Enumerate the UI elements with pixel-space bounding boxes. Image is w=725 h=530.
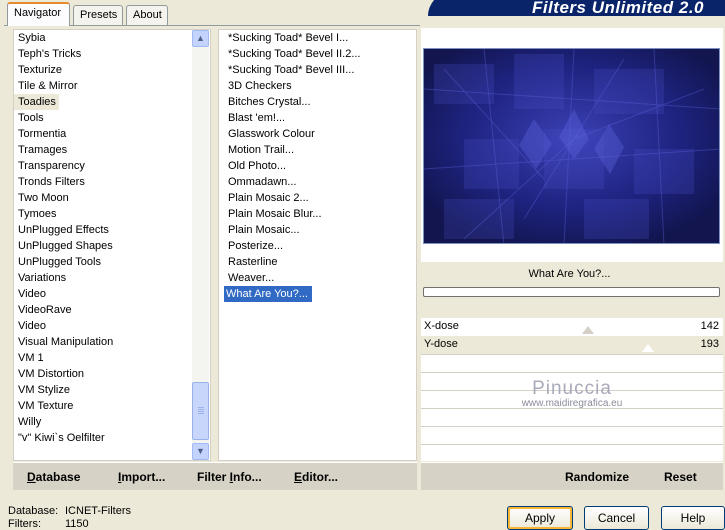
category-item[interactable]: VM Texture (14, 398, 210, 414)
param-value: 193 (700, 338, 719, 350)
filter-title: What Are You?... (528, 268, 611, 280)
category-item[interactable]: VM 1 (14, 350, 210, 366)
tab-navigator[interactable]: Navigator (7, 2, 70, 26)
category-item[interactable]: UnPlugged Effects (14, 222, 210, 238)
filter-item[interactable]: 3D Checkers (224, 78, 416, 94)
category-list[interactable]: Sybia Teph's Tricks Texturize Tile & Mirror… (14, 30, 210, 446)
category-item[interactable]: Video (14, 318, 210, 334)
chevron-down-icon[interactable]: ▼ (192, 443, 209, 460)
filter-item[interactable]: Ommadawn... (224, 174, 416, 190)
filter-info-button[interactable]: Filter Info... (197, 470, 262, 484)
help-button[interactable]: Help (661, 506, 725, 530)
category-item[interactable]: VideoRave (14, 302, 210, 318)
tab-label: Presets (80, 9, 118, 21)
grip-icon (198, 407, 204, 415)
divider (421, 372, 723, 373)
category-item[interactable]: Tormentia (14, 126, 210, 142)
btn-accel: D (27, 470, 36, 484)
filter-item[interactable]: Posterize... (224, 238, 416, 254)
category-item[interactable]: Two Moon (14, 190, 210, 206)
progress-bar (423, 287, 720, 297)
filter-item[interactable]: *Sucking Toad* Bevel III... (224, 62, 416, 78)
filter-item[interactable]: Old Photo... (224, 158, 416, 174)
param-label: X-dose (424, 320, 459, 332)
cancel-button[interactable]: Cancel (584, 506, 649, 530)
banner-title: Filters Unlimited 2.0 (531, 0, 704, 17)
filter-item[interactable]: What Are You?... (223, 285, 313, 303)
category-item[interactable]: Variations (14, 270, 210, 286)
slider-pointer-icon[interactable] (582, 326, 595, 334)
divider (421, 444, 723, 445)
category-item[interactable]: UnPlugged Tools (14, 254, 210, 270)
filter-item[interactable]: Weaver... (224, 270, 416, 286)
filter-item[interactable]: Bitches Crystal... (224, 94, 416, 110)
category-item[interactable]: Willy (14, 414, 210, 430)
param-row-y[interactable]: Y-dose 193 (421, 336, 723, 354)
category-list-panel: Sybia Teph's Tricks Texturize Tile & Mirror… (13, 29, 211, 461)
btn-accel: E (294, 470, 303, 484)
watermark-title: Pinuccia (532, 378, 612, 399)
param-row-x[interactable]: X-dose 142 (421, 318, 723, 336)
filter-item[interactable]: Plain Mosaic 2... (224, 190, 416, 206)
filter-item[interactable]: *Sucking Toad* Bevel II.2... (224, 46, 416, 62)
filter-item[interactable]: *Sucking Toad* Bevel I... (224, 30, 416, 46)
category-item[interactable]: Teph's Tricks (14, 46, 210, 62)
filter-item[interactable]: Glasswork Colour (224, 126, 416, 142)
category-item[interactable]: VM Distortion (14, 366, 210, 382)
reset-button[interactable]: Reset (664, 470, 697, 484)
category-item[interactable]: Video (14, 286, 210, 302)
btn-rest: nfo... (233, 470, 262, 484)
filter-list[interactable]: *Sucking Toad* Bevel I... *Sucking Toad* … (223, 30, 416, 303)
filters-count-value: 1150 (65, 518, 89, 530)
category-item[interactable]: UnPlugged Shapes (14, 238, 210, 254)
scrollbar-thumb[interactable] (192, 382, 209, 440)
category-item[interactable]: Tramages (14, 142, 210, 158)
watermark-url: www.maidiregrafica.eu (521, 398, 623, 409)
filters-count-label: Filters: (8, 518, 41, 530)
slider-pointer-icon[interactable] (642, 344, 655, 352)
category-item[interactable]: Visual Manipulation (14, 334, 210, 350)
category-item[interactable]: Tronds Filters (14, 174, 210, 190)
divider (421, 354, 723, 355)
apply-button[interactable]: Apply (507, 506, 573, 530)
database-status-value: ICNET-Filters (65, 505, 131, 517)
param-value: 142 (700, 320, 719, 332)
database-status-label: Database: (8, 505, 59, 517)
param-label: Y-dose (424, 338, 458, 350)
filter-item[interactable]: Rasterline (224, 254, 416, 270)
btn-rest: atabase (35, 470, 81, 484)
filter-item[interactable]: Plain Mosaic Blur... (224, 206, 416, 222)
tab-about[interactable]: About (126, 5, 168, 25)
editor-button[interactable]: Editor... (294, 470, 338, 484)
category-item[interactable]: VM Stylize (14, 382, 210, 398)
category-item[interactable]: "v" Kiwi`s Oelfilter (14, 430, 210, 446)
tab-label: About (133, 9, 162, 21)
category-item[interactable]: Sybia (14, 30, 210, 46)
filter-item[interactable]: Blast 'em!... (224, 110, 416, 126)
category-item[interactable]: Tile & Mirror (14, 78, 210, 94)
watermark: Pinuccia www.maidiregrafica.eu (421, 378, 723, 409)
chevron-up-icon[interactable]: ▲ (192, 30, 209, 47)
btn-rest: mport... (121, 470, 166, 484)
category-scrollbar[interactable]: ▲ ▼ (192, 30, 209, 460)
filter-item[interactable]: Motion Trail... (224, 142, 416, 158)
category-item[interactable]: Toadies (14, 94, 59, 110)
preview-image (423, 48, 720, 244)
category-item[interactable]: Texturize (14, 62, 210, 78)
tab-presets[interactable]: Presets (73, 5, 123, 25)
btn-prefix: Filter (197, 470, 230, 484)
category-item[interactable]: Tymoes (14, 206, 210, 222)
category-item[interactable]: Transparency (14, 158, 210, 174)
category-item[interactable]: Tools (14, 110, 210, 126)
btn-rest: ditor... (302, 470, 339, 484)
import-button[interactable]: Import... (118, 470, 165, 484)
divider (421, 426, 723, 427)
database-button[interactable]: Database (27, 470, 80, 484)
filter-list-panel: *Sucking Toad* Bevel I... *Sucking Toad* … (218, 29, 417, 461)
randomize-button[interactable]: Randomize (565, 470, 629, 484)
app-banner: Filters Unlimited 2.0 (428, 0, 725, 17)
filter-item[interactable]: Plain Mosaic... (224, 222, 416, 238)
tab-label: Navigator (14, 7, 62, 19)
